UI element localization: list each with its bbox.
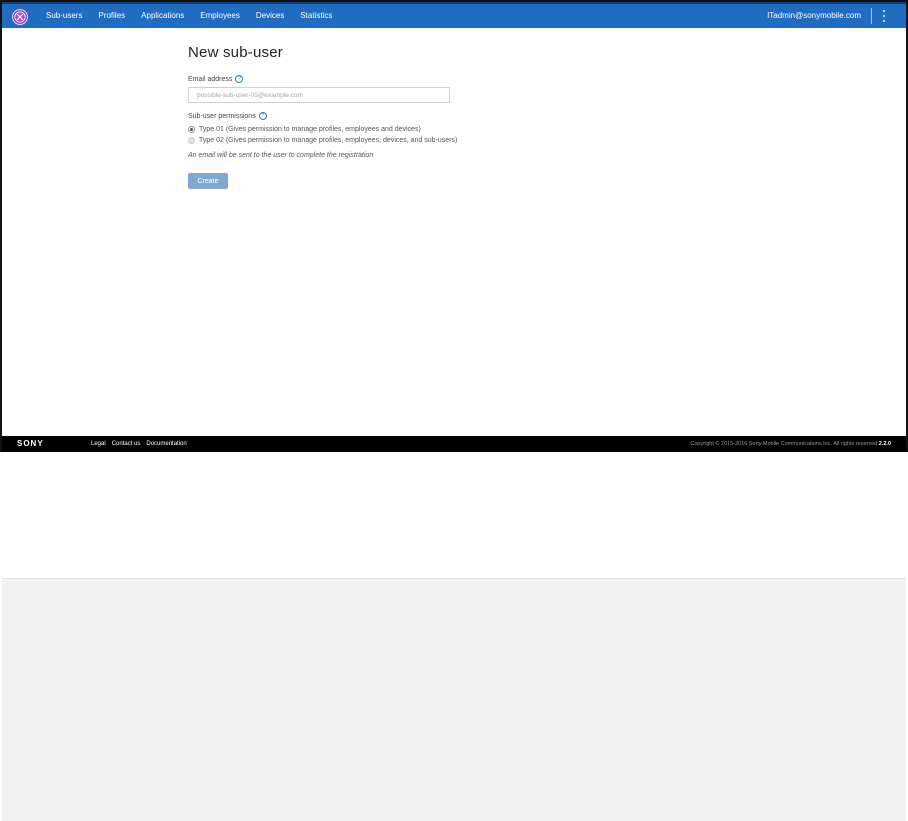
nav-item-devices[interactable]: Devices xyxy=(248,4,292,28)
user-account-email[interactable]: ITadmin@sonymobile.com xyxy=(767,4,861,28)
nav-item-statistics[interactable]: Statistics xyxy=(292,4,340,28)
email-label-row: Email address ? xyxy=(188,75,588,83)
footer-link-legal[interactable]: Legal xyxy=(91,436,106,452)
permission-option-label: Type 01 (Gives permission to manage prof… xyxy=(199,126,421,133)
permission-option-type-02[interactable]: Type 02 (Gives permission to manage prof… xyxy=(188,137,588,144)
create-button[interactable]: Create xyxy=(188,173,228,189)
version-number: 2.2.0 xyxy=(878,441,891,447)
permissions-label: Sub-user permissions xyxy=(188,112,256,120)
nav-item-sub-users[interactable]: Sub-users xyxy=(46,4,90,28)
page-title: New sub-user xyxy=(188,44,283,61)
permissions-label-row: Sub-user permissions ? xyxy=(188,112,588,120)
footer-brand-logo: SONY xyxy=(17,439,44,448)
empty-gray-panel xyxy=(2,578,906,821)
permission-option-label: Type 02 (Gives permission to manage prof… xyxy=(199,137,458,144)
copyright-label: Copyright © 2015-2016 Sony Mobile Commun… xyxy=(690,441,878,447)
radio-type-02[interactable] xyxy=(188,137,195,144)
nav-divider xyxy=(871,8,872,24)
radio-type-01[interactable] xyxy=(188,126,195,133)
copyright-text: Copyright © 2015-2016 Sony Mobile Commun… xyxy=(690,436,891,452)
footer-link-contact[interactable]: Contact us xyxy=(112,436,141,452)
app-logo-icon[interactable] xyxy=(12,9,28,25)
registration-note: An email will be sent to the user to com… xyxy=(188,152,374,159)
footer-link-documentation[interactable]: Documentation xyxy=(146,436,186,452)
email-help-icon[interactable]: ? xyxy=(235,75,244,83)
email-label: Email address xyxy=(188,75,233,83)
permission-option-type-01[interactable]: Type 01 (Gives permission to manage prof… xyxy=(188,126,588,133)
nav-item-applications[interactable]: Applications xyxy=(133,4,192,28)
footer: SONY Legal Contact us Documentation Copy… xyxy=(2,436,906,452)
nav-item-profiles[interactable]: Profiles xyxy=(90,4,133,28)
new-sub-user-form: New sub-user Email address ? Sub-user pe… xyxy=(188,44,588,189)
more-options-icon[interactable] xyxy=(880,9,888,23)
app-window: Sub-users Profiles Applications Employee… xyxy=(0,0,908,452)
email-input[interactable] xyxy=(188,87,450,103)
nav-item-employees[interactable]: Employees xyxy=(192,4,248,28)
main-nav: Sub-users Profiles Applications Employee… xyxy=(46,4,340,28)
top-navigation-bar: Sub-users Profiles Applications Employee… xyxy=(2,2,906,28)
permissions-help-icon[interactable]: ? xyxy=(258,112,267,120)
footer-links: Legal Contact us Documentation xyxy=(91,436,193,452)
